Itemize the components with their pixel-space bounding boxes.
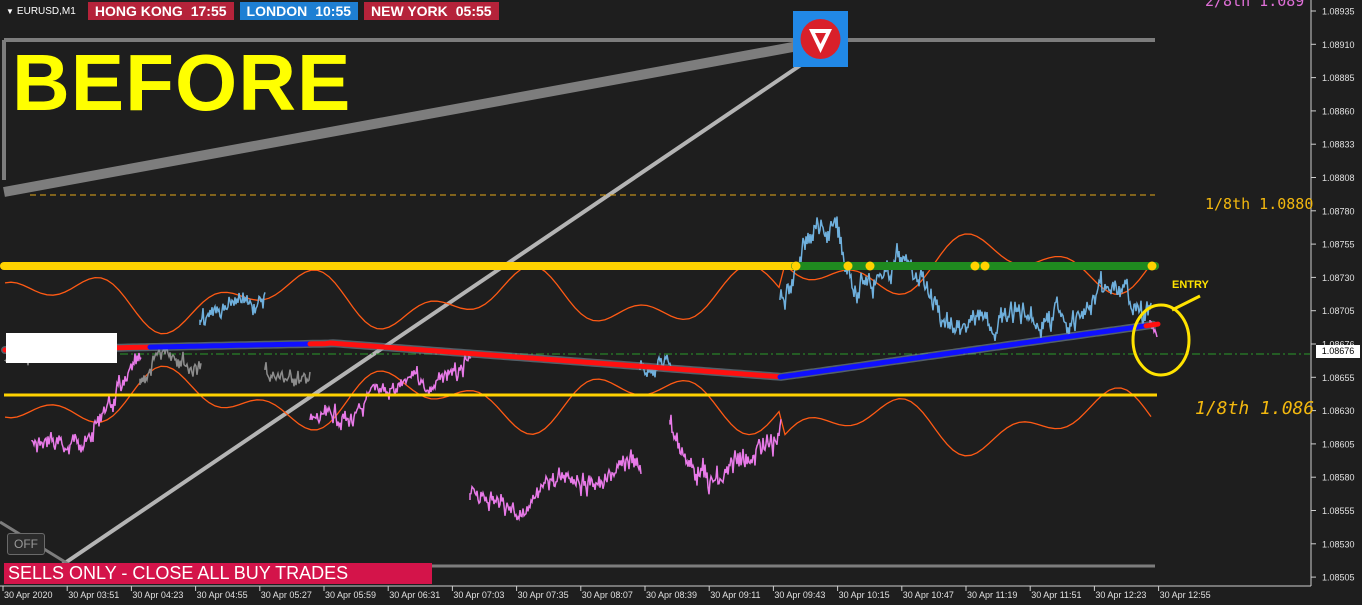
clock-london: LONDON 10:55 (239, 2, 359, 20)
price-tick-label: 1.08655 (1322, 373, 1355, 383)
time-tick-label: 30 Apr 04:23 (132, 590, 183, 600)
triangle-down-icon[interactable]: ▼ (6, 7, 14, 16)
clock-new-york: NEW YORK 05:55 (364, 2, 499, 20)
price-tick-label: 1.08730 (1322, 273, 1355, 283)
entry-label: ENTRY (1172, 279, 1209, 291)
time-tick-label: 30 Apr 05:59 (325, 590, 376, 600)
upper-level-label: 1/8th 1.0880 (1205, 195, 1314, 213)
ma-red-tip (1143, 321, 1161, 329)
before-title: BEFORE (12, 38, 352, 127)
time-tick-label: 30 Apr 06:31 (389, 590, 440, 600)
time-tick-label: 30 Apr 07:35 (518, 590, 569, 600)
time-tick-label: 30 Apr 07:03 (453, 590, 504, 600)
symbol-label[interactable]: ▼ EURUSD,M1 (6, 6, 76, 17)
level-dot (865, 261, 875, 271)
level-dot (1147, 261, 1157, 271)
time-tick-label: 30 Apr 03:51 (68, 590, 119, 600)
current-price-tag: 1.08676 (1316, 345, 1360, 358)
price-tick-label: 1.08808 (1322, 173, 1355, 183)
time-tick-label: 30 Apr 08:39 (646, 590, 697, 600)
level-dot (980, 261, 990, 271)
price-tick-label: 1.08555 (1322, 506, 1355, 516)
price-tick-label: 1.08705 (1322, 306, 1355, 316)
time-tick-label: 30 Apr 04:55 (197, 590, 248, 600)
clock-city: NEW YORK (371, 3, 448, 19)
level-dot (791, 261, 801, 271)
price-tick-label: 1.08833 (1322, 140, 1355, 150)
level-dot (843, 261, 853, 271)
clock-hong-kong: HONG KONG 17:55 (87, 2, 234, 20)
clock-time: 17:55 (190, 3, 227, 19)
symbol-text: EURUSD,M1 (16, 5, 76, 17)
red-triangle-logo-icon (793, 11, 848, 67)
price-tick-label: 1.08505 (1322, 573, 1355, 583)
time-tick-label: 30 Apr 11:19 (967, 590, 1017, 600)
price-tick-label: 1.08885 (1322, 73, 1355, 83)
time-tick-label: 30 Apr 09:11 (710, 590, 760, 600)
clock-time: 05:55 (455, 3, 492, 19)
level-dot (970, 261, 980, 271)
price-tick-label: 1.08780 (1322, 206, 1355, 216)
time-tick-label: 30 Apr 12:55 (1160, 590, 1211, 600)
clock-city: LONDON (246, 3, 308, 19)
off-button[interactable]: OFF (7, 533, 45, 555)
price-tick-label: 1.08530 (1322, 539, 1355, 549)
time-tick-label: 30 Apr 09:43 (774, 590, 825, 600)
price-tick-label: 1.08860 (1322, 106, 1355, 116)
time-tick-label: 30 Apr 11:51 (1031, 590, 1081, 600)
time-tick-label: 30 Apr 12:23 (1095, 590, 1146, 600)
price-tick-label: 1.08910 (1322, 40, 1355, 50)
price-tick-label: 1.08935 (1322, 7, 1355, 17)
clock-time: 10:55 (315, 3, 352, 19)
price-tick-label: 1.08605 (1322, 439, 1355, 449)
time-tick-label: 30 Apr 05:27 (261, 590, 312, 600)
top-bar: ▼ EURUSD,M1 HONG KONG 17:55 LONDON 10:55… (0, 0, 505, 22)
price-tick-label: 1.08580 (1322, 473, 1355, 483)
time-tick-label: 30 Apr 08:07 (582, 590, 633, 600)
time-tick-label: 30 Apr 10:15 (839, 590, 890, 600)
sells-only-banner: SELLS ONLY - CLOSE ALL BUY TRADES (4, 563, 432, 584)
label-box (6, 333, 117, 363)
price-tick-label: 1.08755 (1322, 240, 1355, 250)
lower-level-label: 1/8th 1.086 (1195, 398, 1315, 419)
price-tick-label: 1.08630 (1322, 406, 1355, 416)
time-tick-label: 30 Apr 10:47 (903, 590, 954, 600)
time-tick-label: 30 Apr 2020 (4, 590, 53, 600)
ma-blue-segment (147, 341, 313, 350)
top-level-label: 2/8th 1.089 (1205, 0, 1305, 10)
clock-city: HONG KONG (94, 3, 183, 19)
